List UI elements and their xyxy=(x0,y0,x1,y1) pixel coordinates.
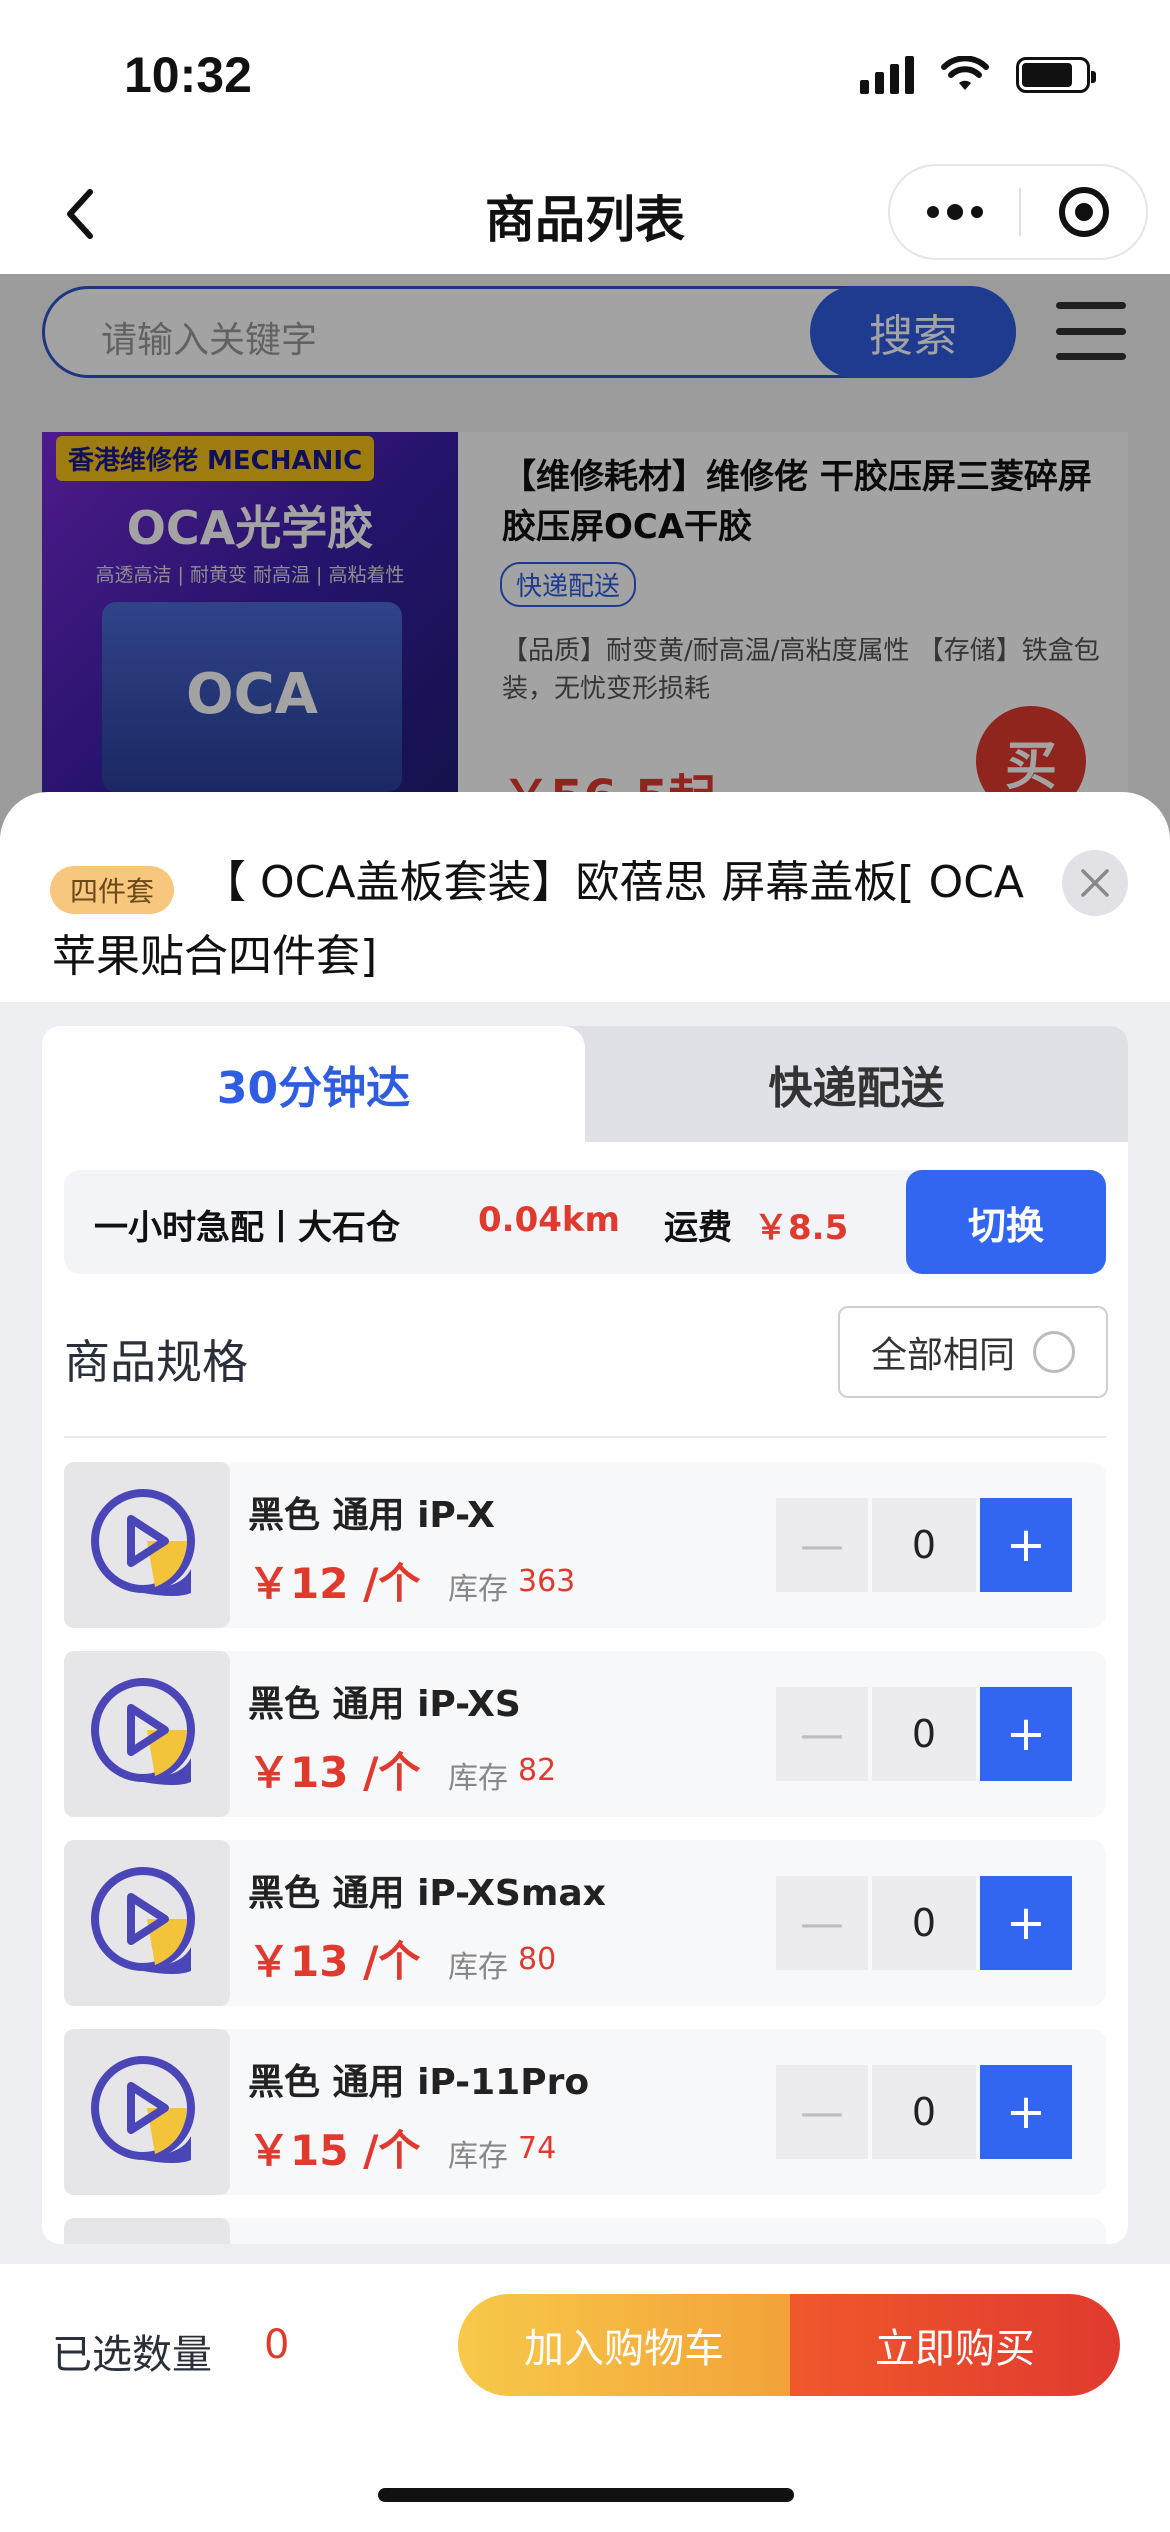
sku-thumbnail xyxy=(64,1651,230,1817)
video-play-icon xyxy=(77,2231,217,2244)
sheet-header: 【 OCA盖板套装】欧蓓思 屏幕盖板[ OCA苹果贴合四件套] 四件套 xyxy=(0,792,1170,1002)
quantity-input[interactable]: 0 xyxy=(872,1876,976,1970)
store-distance: 0.04km xyxy=(478,1200,620,1240)
sku-stock-label: 库存 xyxy=(448,2139,508,2174)
sku-stock: 82 xyxy=(518,1753,557,1788)
quantity-stepper: — 0 + xyxy=(776,1876,1076,1970)
all-same-label: 全部相同 xyxy=(870,1335,1015,1376)
selected-count-label: 已选数量 xyxy=(52,2332,212,2378)
sheet-body: 30分钟达 快递配送 一小时急配丨大石仓 0.04km 运费 ￥8.5 切换 商… xyxy=(0,1002,1170,2264)
video-play-icon xyxy=(91,1678,195,1785)
battery-icon xyxy=(1016,57,1096,93)
sku-row: 黑色 通用 iP-X ￥12 /个 库存 363 — 0 + xyxy=(64,1462,1106,1628)
cellular-signal-icon xyxy=(860,56,914,94)
tab-express[interactable]: 快递配送 xyxy=(585,1026,1128,1142)
sku-thumbnail xyxy=(64,1840,230,2006)
spec-section-title: 商品规格 xyxy=(64,1335,248,1389)
close-icon xyxy=(1081,869,1109,897)
add-to-cart-button[interactable]: 加入购物车 xyxy=(458,2294,790,2396)
sku-thumbnail xyxy=(64,2218,230,2244)
sku-row-partial xyxy=(64,2218,1106,2244)
sku-stock-label: 库存 xyxy=(448,1950,508,1985)
sku-row: 黑色 通用 iP-11Pro ￥15 /个 库存 74 — 0 + xyxy=(64,2029,1106,2195)
sku-stock: 363 xyxy=(518,1564,576,1599)
decrease-button[interactable]: — xyxy=(776,1498,868,1592)
video-play-icon xyxy=(91,2056,195,2163)
buy-now-button[interactable]: 立即购买 xyxy=(790,2294,1120,2396)
video-play-icon xyxy=(91,1867,195,1974)
sku-price: ￥13 /个 xyxy=(248,1937,421,1986)
increase-button[interactable]: + xyxy=(980,2065,1072,2159)
sku-stock-label: 库存 xyxy=(448,1572,508,1607)
quantity-stepper: — 0 + xyxy=(776,1687,1076,1781)
miniprogram-capsule xyxy=(888,164,1148,260)
sku-stock: 74 xyxy=(518,2131,557,2166)
close-sheet-button[interactable] xyxy=(1062,850,1128,916)
sku-thumbnail xyxy=(64,2029,230,2195)
target-icon xyxy=(1058,187,1109,237)
sku-stock: 80 xyxy=(518,1942,557,1977)
delivery-info-row: 一小时急配丨大石仓 0.04km 运费 ￥8.5 切换 xyxy=(64,1170,1106,1274)
selected-count: 0 xyxy=(264,2322,290,2368)
quantity-input[interactable]: 0 xyxy=(872,1687,976,1781)
store-name: 一小时急配丨大石仓 xyxy=(94,1208,400,1248)
close-miniprogram-button[interactable] xyxy=(1021,166,1146,258)
quantity-stepper: — 0 + xyxy=(776,2065,1076,2159)
sku-row: 黑色 通用 iP-XS ￥13 /个 库存 82 — 0 + xyxy=(64,1651,1106,1817)
increase-button[interactable]: + xyxy=(980,1498,1072,1592)
decrease-button[interactable]: — xyxy=(776,1876,868,1970)
sku-price: ￥12 /个 xyxy=(248,1559,421,1608)
sku-list: 黑色 通用 iP-X ￥12 /个 库存 363 — 0 + 黑色 通用 iP-… xyxy=(64,1462,1106,2244)
sku-name: 黑色 通用 iP-XSmax xyxy=(248,1873,606,1914)
sku-thumbnail xyxy=(64,1462,230,1628)
sku-name: 黑色 通用 iP-X xyxy=(248,1495,495,1536)
decrease-button[interactable]: — xyxy=(776,1687,868,1781)
more-options-button[interactable] xyxy=(890,166,1019,258)
sku-price: ￥15 /个 xyxy=(248,2126,421,2175)
wifi-icon xyxy=(941,56,989,90)
all-same-toggle[interactable]: 全部相同 xyxy=(838,1306,1108,1398)
sku-row: 黑色 通用 iP-XSmax ￥13 /个 库存 80 — 0 + xyxy=(64,1840,1106,2006)
quantity-input[interactable]: 0 xyxy=(872,1498,976,1592)
product-tag-badge: 四件套 xyxy=(50,866,175,914)
shipping-fee-label: 运费 xyxy=(664,1208,732,1248)
sku-price: ￥13 /个 xyxy=(248,1748,421,1797)
home-indicator xyxy=(378,2488,794,2502)
divider xyxy=(64,1436,1106,1438)
sheet-product-title: 【 OCA盖板套装】欧蓓思 屏幕盖板[ OCA苹果贴合四件套] xyxy=(52,857,1025,982)
sku-name: 黑色 通用 iP-11Pro xyxy=(248,2062,590,2103)
switch-store-button[interactable]: 切换 xyxy=(906,1170,1106,1274)
status-bar: 10:32 xyxy=(0,0,1170,150)
radio-icon[interactable] xyxy=(1033,1331,1075,1373)
sku-panel: 30分钟达 快递配送 一小时急配丨大石仓 0.04km 运费 ￥8.5 切换 商… xyxy=(42,1026,1128,2244)
status-icons xyxy=(860,56,1096,94)
nav-bar: 商品列表 xyxy=(0,150,1170,274)
shipping-fee: ￥8.5 xyxy=(754,1208,849,1248)
sku-selector-sheet: 【 OCA盖板套装】欧蓓思 屏幕盖板[ OCA苹果贴合四件套] 四件套 30分钟… xyxy=(0,792,1170,2532)
increase-button[interactable]: + xyxy=(980,1876,1072,1970)
sku-stock-label: 库存 xyxy=(448,1761,508,1796)
increase-button[interactable]: + xyxy=(980,1687,1072,1781)
status-time: 10:32 xyxy=(124,47,252,103)
sku-name: 黑色 通用 iP-XS xyxy=(248,1684,521,1725)
delivery-tabs: 30分钟达 快递配送 xyxy=(42,1026,1128,1142)
quantity-stepper: — 0 + xyxy=(776,1498,1076,1592)
tab-30min[interactable]: 30分钟达 xyxy=(42,1026,585,1142)
decrease-button[interactable]: — xyxy=(776,2065,868,2159)
quantity-input[interactable]: 0 xyxy=(872,2065,976,2159)
video-play-icon xyxy=(91,1489,195,1596)
